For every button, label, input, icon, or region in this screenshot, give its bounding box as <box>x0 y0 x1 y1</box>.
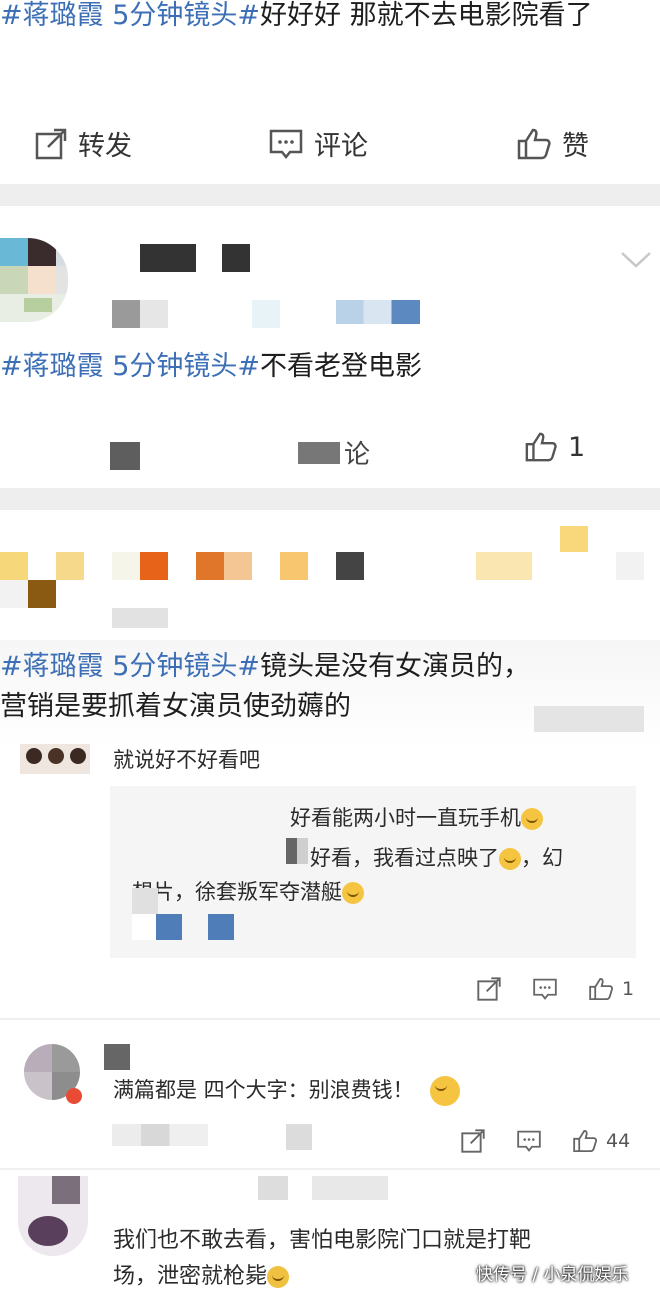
divider <box>0 1168 660 1170</box>
comment1-avatar[interactable] <box>20 744 90 774</box>
post2-action-bar: 论 1 <box>0 410 660 488</box>
post2-like-count: 1 <box>568 431 586 463</box>
comment3-text: 我们也不敢去看，害怕电影院门口就是打靶 场，泄密就枪毙 <box>113 1223 531 1295</box>
thumbs-up-icon <box>589 977 614 1001</box>
comment2-actions: 44 <box>460 1128 630 1154</box>
post3-body-line1: 镜头是没有女演员的， <box>260 651 531 682</box>
comment3-username-blur-2 <box>312 1176 388 1200</box>
reply-meta-blur <box>132 888 158 940</box>
comment-icon[interactable] <box>516 1128 542 1154</box>
separator <box>0 488 660 510</box>
post2-avatar[interactable] <box>0 238 68 322</box>
scared-emoji-icon <box>267 1266 290 1288</box>
comment1-like-count: 1 <box>622 978 635 1000</box>
share-icon[interactable] <box>460 1128 486 1154</box>
post1-action-bar: 转发 评论 赞 <box>0 110 660 182</box>
post1-body: 好好好 那就不去电影院看了 <box>260 0 593 31</box>
laughing-emoji-icon <box>342 882 364 904</box>
laughing-emoji-icon <box>499 848 521 870</box>
comment2-meta-blur <box>112 1124 208 1146</box>
post1-text: #蒋璐霞 5分钟镜头#好好好 那就不去电影院看了 <box>0 0 655 36</box>
post1-topic-link[interactable]: #蒋璐霞 5分钟镜头# <box>0 0 260 31</box>
comment1-reply2-line2: 想片，徐套叛军夺潜艇 <box>132 876 364 908</box>
post2-meta-blur-2 <box>252 300 280 328</box>
verified-badge-icon <box>66 1088 82 1104</box>
comment1-like-button[interactable]: 1 <box>588 976 634 1002</box>
comment-label: 评论 <box>314 131 368 162</box>
comment2-text: 满篇都是 四个大字：别浪费钱！ <box>113 1074 461 1106</box>
comment2-body: 满篇都是 四个大字：别浪费钱！ <box>113 1078 414 1102</box>
post2-body: 不看老登电影 <box>260 351 423 382</box>
reply2-user-blur[interactable] <box>286 838 308 864</box>
chevron-down-icon[interactable] <box>620 250 652 270</box>
like-button[interactable]: 赞 <box>516 124 589 163</box>
comment2-like-count: 44 <box>606 1130 631 1152</box>
post3-username-blur <box>112 552 140 580</box>
post2-repost-blur[interactable] <box>110 442 140 470</box>
comment1-text: 就说好不好看吧 <box>113 748 260 772</box>
post3-body-line2: 营销是要抓着女演员使劲薅的 <box>0 691 351 722</box>
watermark: 快传号 / 小泉侃娱乐 <box>476 1265 629 1285</box>
smile-emoji-icon <box>430 1076 461 1106</box>
reply2-text-tail: ，幻 <box>521 846 563 870</box>
divider <box>0 1018 660 1020</box>
post2-text: #蒋璐霞 5分钟镜头#不看老登电影 <box>0 347 655 387</box>
comment3-body-line1: 我们也不敢去看，害怕电影院门口就是打靶 <box>113 1228 532 1253</box>
comment-icon <box>269 129 303 159</box>
thumbs-up-icon <box>573 1129 598 1153</box>
comment3-body-line2: 场，泄密就枪毙 <box>113 1264 268 1289</box>
separator <box>0 184 660 206</box>
post2-meta-blur <box>112 300 168 328</box>
comment1-reply1: 好看能两小时一直玩手机 <box>290 802 543 834</box>
repost-button[interactable]: 转发 <box>34 124 132 163</box>
post3-header-blur <box>0 522 660 640</box>
thumbs-up-icon <box>525 432 557 462</box>
post2-username-blur[interactable] <box>140 244 196 272</box>
post2-topic-link[interactable]: #蒋璐霞 5分钟镜头# <box>0 351 260 382</box>
comment1-reply2-line1: 好看，我看过点映了 ，幻 <box>310 842 563 874</box>
share-icon <box>35 128 67 159</box>
post2-comment-icon-blur[interactable] <box>270 442 340 464</box>
comment3-avatar[interactable] <box>18 1176 88 1256</box>
post3-topic-link[interactable]: #蒋璐霞 5分钟镜头# <box>0 651 260 682</box>
laughing-emoji-icon <box>521 808 543 830</box>
comment2-like-button[interactable]: 44 <box>572 1128 630 1154</box>
comment1-actions: 1 <box>476 976 634 1002</box>
post2-username-blur-2 <box>222 244 250 272</box>
thumbs-up-icon <box>517 128 551 159</box>
reply-meta-blur-3 <box>208 914 234 940</box>
reply-meta-blur-2 <box>156 914 182 940</box>
repost-label: 转发 <box>78 131 132 162</box>
post2-meta-blur-3 <box>336 300 420 324</box>
comment2-meta-blur-2 <box>286 1124 312 1150</box>
like-label: 赞 <box>562 131 589 162</box>
reply2-text-1: 好看，我看过点映了 <box>310 846 499 870</box>
comment-button[interactable]: 评论 <box>268 124 368 163</box>
comment3-username-blur[interactable] <box>258 1176 288 1200</box>
post2-comment-label: 论 <box>344 440 371 470</box>
reply2-text-2: 想片，徐套叛军夺潜艇 <box>132 880 342 904</box>
post2-like-button[interactable]: 1 <box>524 430 585 464</box>
share-icon[interactable] <box>476 976 502 1002</box>
reply1-text: 好看能两小时一直玩手机 <box>290 806 521 830</box>
comment-icon[interactable] <box>532 976 558 1002</box>
post3-meta-blur <box>534 706 644 732</box>
comment2-username-blur[interactable] <box>104 1044 130 1070</box>
